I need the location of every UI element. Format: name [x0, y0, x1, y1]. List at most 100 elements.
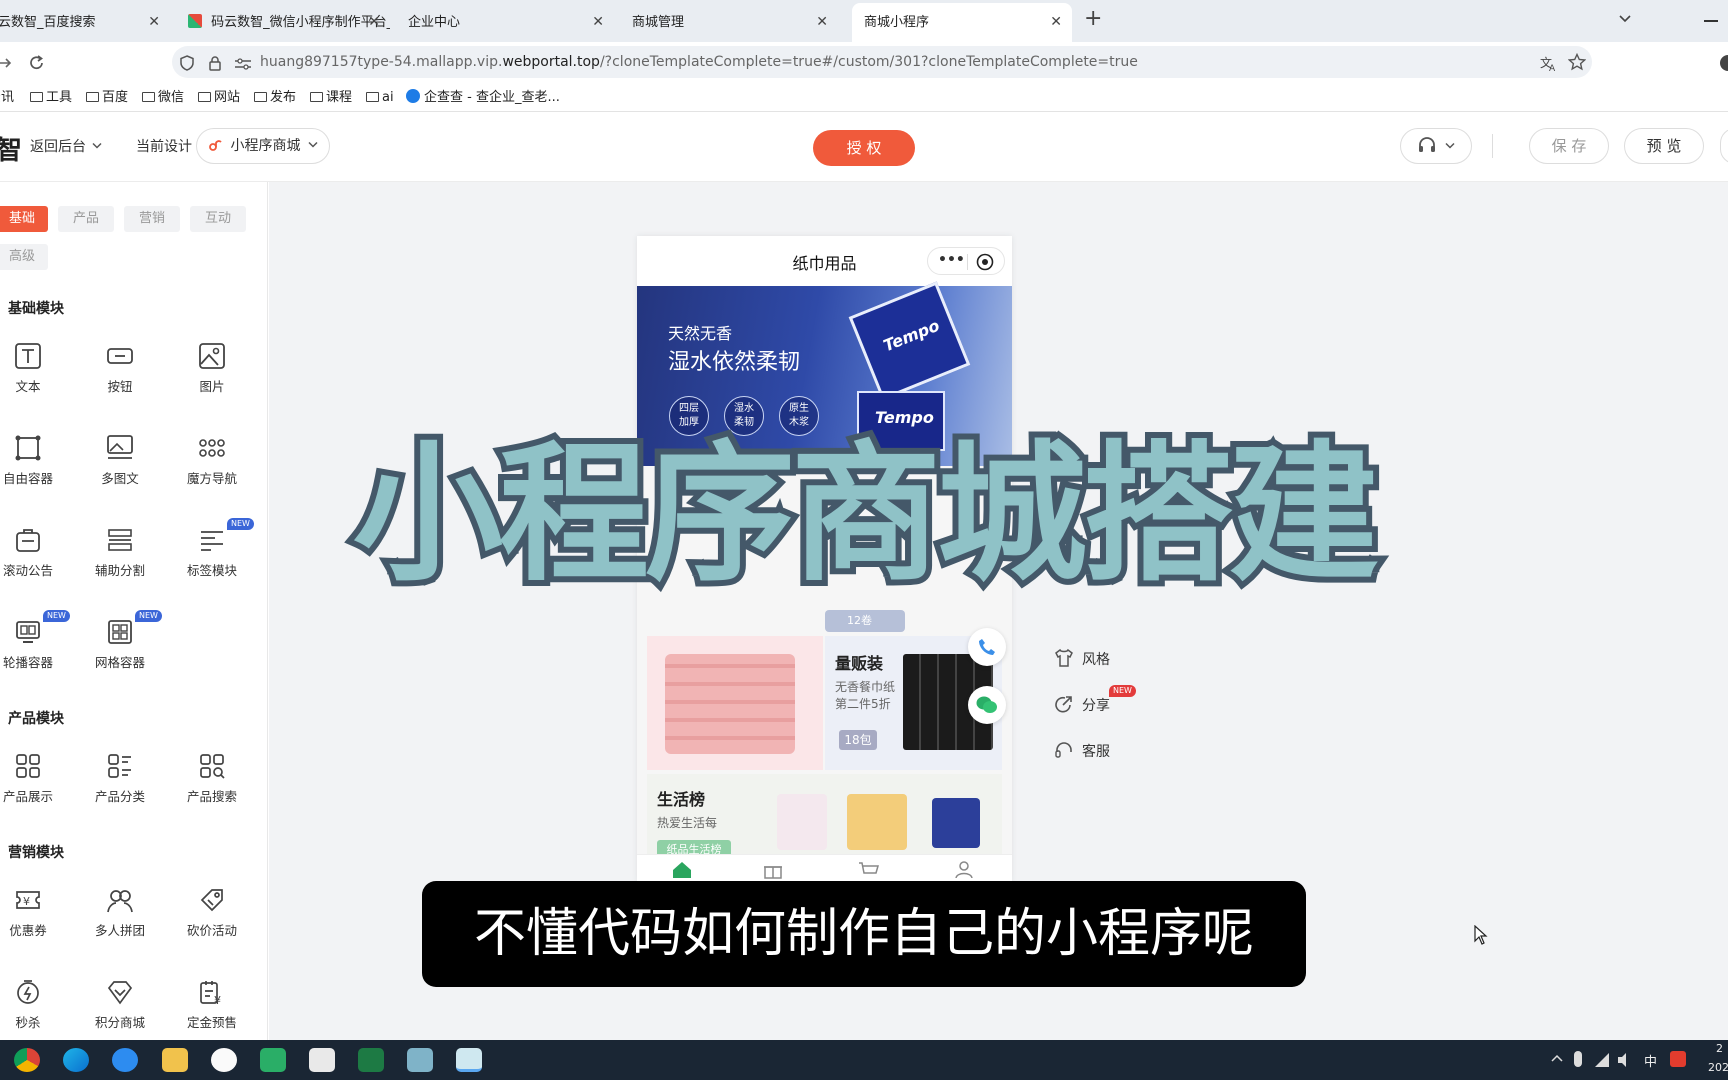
- bookmark-folder[interactable]: 工具: [30, 84, 72, 112]
- deposit-presale-icon: ¥: [200, 981, 221, 1006]
- clock-date[interactable]: 202: [1708, 1061, 1728, 1074]
- bookmark-folder[interactable]: 网站: [198, 84, 240, 112]
- bookmark-folder[interactable]: 百度: [86, 84, 128, 112]
- new-tab-button[interactable]: +: [1084, 6, 1102, 31]
- bookmark-folder[interactable]: ai: [366, 84, 394, 112]
- tab-advanced[interactable]: 高级: [0, 244, 48, 270]
- gift-icon[interactable]: [763, 861, 783, 879]
- current-design-label: 当前设计: [136, 139, 192, 155]
- module-product-category[interactable]: 产品分类: [75, 752, 165, 832]
- bookmark-label: 微信: [158, 90, 185, 105]
- close-icon[interactable]: ✕: [148, 3, 160, 42]
- ime-indicator[interactable]: 中: [1644, 1051, 1657, 1070]
- product-image: [932, 798, 980, 848]
- app-icon[interactable]: [407, 1048, 433, 1072]
- support-button[interactable]: [1400, 128, 1472, 164]
- publish-button[interactable]: [1720, 128, 1728, 164]
- favorite-star-icon[interactable]: [1568, 53, 1586, 71]
- product-image: [777, 794, 827, 850]
- file-explorer-icon[interactable]: [162, 1048, 188, 1072]
- chrome-icon[interactable]: [14, 1048, 40, 1072]
- authorize-button[interactable]: 授 权: [813, 130, 915, 166]
- bookmark-item[interactable]: 资讯: [0, 84, 14, 112]
- browser-tab[interactable]: 码云数智_微信小程序制作平台_ ✕: [176, 3, 390, 42]
- network-icon[interactable]: [1594, 1052, 1610, 1068]
- tab-product[interactable]: 产品: [58, 206, 114, 232]
- tab-interaction[interactable]: 互动: [190, 206, 246, 232]
- browser-tab[interactable]: 商城管理 ✕: [620, 3, 838, 42]
- quick-style[interactable]: 风格: [1054, 648, 1110, 670]
- tray-chevron-icon[interactable]: [1550, 1052, 1564, 1064]
- close-icon[interactable]: ✕: [592, 3, 604, 42]
- grid-container-icon: [108, 620, 132, 644]
- minimize-icon[interactable]: [1704, 20, 1718, 22]
- product-card-wipes[interactable]: [647, 636, 823, 770]
- preview-button[interactable]: 预 览: [1624, 128, 1704, 164]
- module-group-buy[interactable]: 多人拼团: [75, 886, 165, 966]
- user-icon[interactable]: [954, 860, 974, 878]
- cart-icon[interactable]: [858, 861, 880, 879]
- bookmark-folder[interactable]: 发布: [254, 84, 296, 112]
- excel-icon[interactable]: [358, 1048, 384, 1072]
- module-carousel[interactable]: 轮播容器 NEW: [0, 610, 73, 698]
- save-button[interactable]: 保 存: [1529, 128, 1609, 164]
- tab-list-chevron-icon[interactable]: [1618, 12, 1632, 26]
- bookmarks-bar: 资讯 工具 百度 微信 网站 发布 课程 ai 企查查 - 查企业_查老...: [0, 84, 1728, 112]
- forward-icon[interactable]: [0, 55, 14, 71]
- card-title: 量贩装: [835, 654, 884, 673]
- tab-marketing[interactable]: 营销: [124, 206, 180, 232]
- browser-tab-active[interactable]: 商城小程序 ✕: [852, 3, 1072, 42]
- browser-tab[interactable]: 企业中心 ✕: [396, 3, 614, 42]
- sogou-ime-icon[interactable]: [1670, 1051, 1686, 1067]
- module-product-display[interactable]: 产品展示: [0, 752, 73, 832]
- bookmark-folder[interactable]: 微信: [142, 84, 184, 112]
- module-coupon[interactable]: ¥ 优惠券: [0, 886, 73, 966]
- module-button[interactable]: 按钮: [75, 342, 165, 422]
- translate-icon[interactable]: 文A: [1540, 54, 1558, 72]
- clock-time[interactable]: 2: [1716, 1042, 1723, 1055]
- lock-icon[interactable]: [208, 55, 222, 71]
- wechat-button[interactable]: [968, 686, 1006, 724]
- back-to-admin-button[interactable]: 返回后台: [30, 136, 102, 156]
- app-icon[interactable]: [309, 1048, 335, 1072]
- app-icon-active[interactable]: [456, 1048, 482, 1072]
- microphone-icon[interactable]: [1574, 1051, 1582, 1067]
- close-icon[interactable]: ✕: [1050, 3, 1062, 42]
- close-icon[interactable]: ✕: [368, 3, 380, 42]
- home-icon[interactable]: [672, 861, 692, 879]
- app-icon[interactable]: [112, 1048, 138, 1072]
- qichacha-icon: [406, 89, 420, 103]
- module-grid-container[interactable]: 网格容器 NEW: [75, 610, 165, 698]
- bookmark-item[interactable]: 企查查 - 查企业_查老...: [406, 84, 560, 112]
- reload-icon[interactable]: [28, 54, 46, 72]
- design-selector[interactable]: 小程序商城: [196, 128, 330, 164]
- quick-service[interactable]: 客服: [1054, 740, 1110, 762]
- bookmark-folder[interactable]: 课程: [310, 84, 352, 112]
- phone-call-button[interactable]: [968, 628, 1006, 666]
- brand-logo: Tempo: [875, 408, 934, 427]
- qq-icon[interactable]: [211, 1048, 237, 1072]
- module-bargain[interactable]: 砍价活动: [167, 886, 257, 966]
- close-icon[interactable]: ✕: [816, 3, 828, 42]
- browser-tab[interactable]: 云数智_百度搜索 ✕: [0, 3, 170, 42]
- module-sidebar: 基础 产品 营销 互动 高级 基础模块 产品模块 营销模块 文本 按钮 图片 自…: [0, 182, 268, 1040]
- capsule-menu[interactable]: •••: [927, 247, 1005, 275]
- module-product-search[interactable]: 产品搜索: [167, 752, 257, 832]
- card-title: 生活榜: [657, 790, 706, 809]
- quick-label: 风格: [1082, 652, 1110, 668]
- site-settings-icon[interactable]: [234, 58, 252, 70]
- module-image[interactable]: 图片: [167, 342, 257, 422]
- url-field[interactable]: huang897157type-54.mallapp.vip.webportal…: [172, 46, 1592, 78]
- overlay-big-title: 小程序商城搭建: [347, 424, 1385, 606]
- shield-icon[interactable]: [180, 55, 194, 71]
- more-icon[interactable]: •••: [938, 252, 965, 268]
- edge-icon[interactable]: [63, 1048, 89, 1072]
- mouse-cursor-icon: [1474, 925, 1488, 945]
- tab-basic[interactable]: 基础: [0, 206, 48, 232]
- help-icon[interactable]: [1720, 55, 1728, 71]
- module-text[interactable]: 文本: [0, 342, 73, 422]
- wechat-icon[interactable]: [260, 1048, 286, 1072]
- close-target-icon[interactable]: [976, 253, 994, 271]
- volume-icon[interactable]: [1616, 1051, 1634, 1069]
- quick-share[interactable]: 分享 NEW: [1054, 685, 1136, 716]
